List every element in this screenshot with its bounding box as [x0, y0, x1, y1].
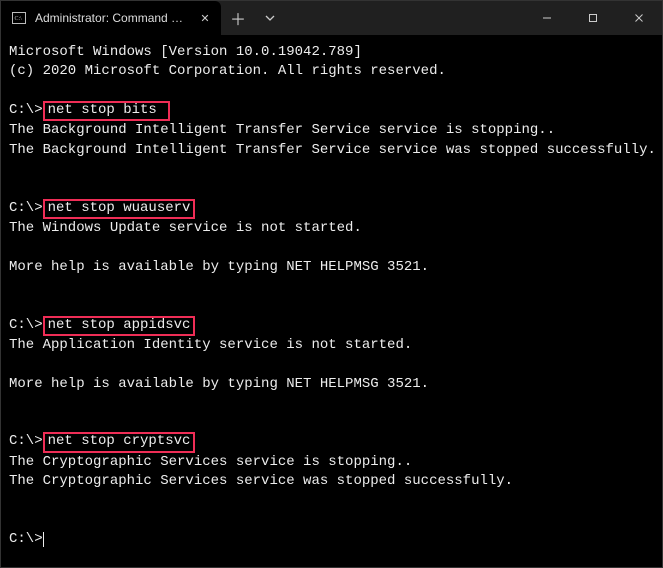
- output-3a: The Application Identity service is not …: [9, 337, 412, 353]
- output-2b: More help is available by typing NET HEL…: [9, 259, 429, 275]
- tab-active[interactable]: C:\ Administrator: Command Promp ✕: [1, 1, 221, 35]
- maximize-button[interactable]: [570, 1, 616, 35]
- output-2a: The Windows Update service is not starte…: [9, 220, 362, 236]
- command-3: net stop appidsvc: [48, 317, 191, 333]
- command-2: net stop wuauserv: [48, 200, 191, 216]
- command-1: net stop bits: [48, 102, 157, 118]
- output-4b: The Cryptographic Services service was s…: [9, 473, 513, 489]
- os-version-line: Microsoft Windows [Version 10.0.19042.78…: [9, 44, 362, 60]
- command-4: net stop cryptsvc: [48, 433, 191, 449]
- close-button[interactable]: [616, 1, 662, 35]
- window-controls: [524, 1, 662, 35]
- cursor: [43, 532, 44, 547]
- command-highlight-3: net stop appidsvc: [43, 316, 196, 336]
- output-4a: The Cryptographic Services service is st…: [9, 454, 412, 470]
- tab-dropdown-button[interactable]: [255, 1, 285, 35]
- prompt: C:\>: [9, 531, 43, 547]
- cmd-icon: C:\: [11, 10, 27, 26]
- output-1b: The Background Intelligent Transfer Serv…: [9, 142, 656, 158]
- titlebar-drag-area[interactable]: [285, 1, 524, 35]
- command-highlight-4: net stop cryptsvc: [43, 432, 196, 452]
- tab-close-button[interactable]: ✕: [197, 10, 213, 26]
- new-tab-button[interactable]: ＋: [221, 1, 255, 35]
- command-1-trail: [157, 102, 165, 118]
- output-3b: More help is available by typing NET HEL…: [9, 376, 429, 392]
- command-highlight-1: net stop bits: [43, 101, 171, 121]
- prompt: C:\>: [9, 433, 43, 449]
- copyright-line: (c) 2020 Microsoft Corporation. All righ…: [9, 63, 446, 79]
- minimize-button[interactable]: [524, 1, 570, 35]
- terminal-window: C:\ Administrator: Command Promp ✕ ＋ Mic…: [0, 0, 663, 568]
- terminal-output[interactable]: Microsoft Windows [Version 10.0.19042.78…: [1, 35, 662, 567]
- command-highlight-2: net stop wuauserv: [43, 199, 196, 219]
- prompt: C:\>: [9, 102, 43, 118]
- output-1a: The Background Intelligent Transfer Serv…: [9, 122, 555, 138]
- prompt: C:\>: [9, 200, 43, 216]
- tab-title: Administrator: Command Promp: [35, 11, 189, 25]
- titlebar: C:\ Administrator: Command Promp ✕ ＋: [1, 1, 662, 35]
- prompt: C:\>: [9, 317, 43, 333]
- svg-text:C:\: C:\: [15, 16, 23, 22]
